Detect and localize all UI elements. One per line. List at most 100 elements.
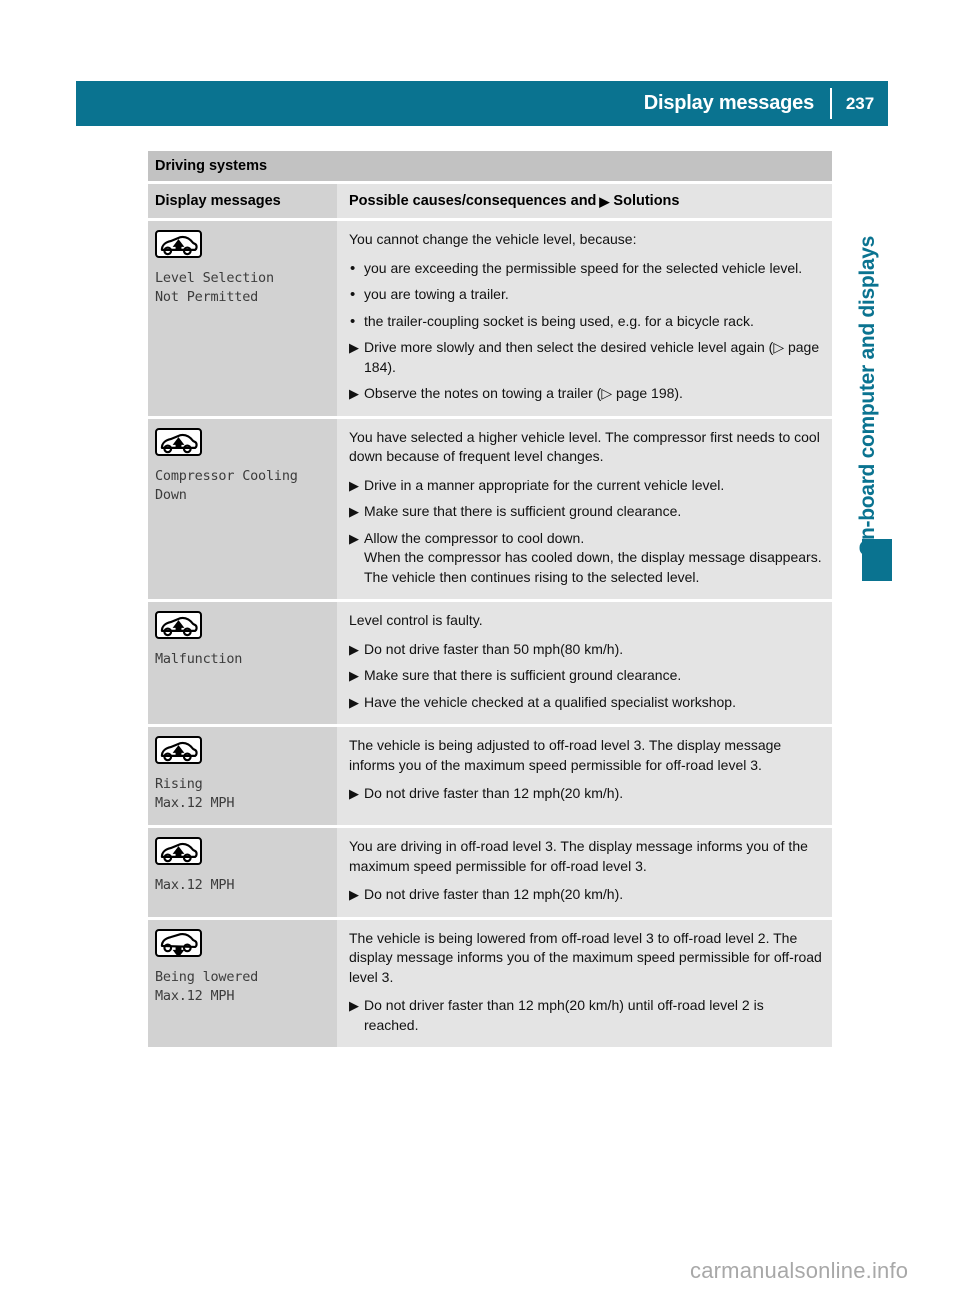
column-header-display-messages: Display messages (155, 193, 281, 209)
solution-triangle-icon: ▶ (349, 887, 359, 902)
table-row: Malfunction Level control is faulty. ▶ Do n… (148, 602, 832, 724)
section-header: Driving systems (148, 151, 832, 181)
item-list: ▶ Do not drive faster than 12 mph(20 km/h… (349, 784, 822, 804)
causes-solutions-cell: Level control is faulty. ▶ Do not drive fa… (337, 602, 832, 724)
cause-intro-text: Level control is faulty. (349, 612, 483, 628)
causes-solutions-cell: The vehicle is being adjusted to off-roa… (337, 727, 832, 825)
solution-triangle-icon: ▶ (349, 530, 359, 546)
message-cell: Being lowered Max.12 MPH (148, 919, 337, 1047)
solution-triangle-icon: ▶ (349, 694, 359, 710)
causes-solutions-cell: You have selected a higher vehicle level… (337, 418, 832, 599)
item-text: Make sure that there is sufficient groun… (364, 667, 682, 683)
item-text: Have the vehicle checked at a qualified … (364, 693, 736, 710)
item-list: ▶ Drive in a manner appropriate for the c… (349, 476, 822, 588)
cause-item: • you are towing a trailer. (349, 285, 822, 305)
solution-item: ▶ Observe the notes on towing a trailer (… (349, 384, 822, 404)
solution-triangle-icon: ▶ (349, 668, 359, 683)
site-watermark: carmanualsonline.info (690, 1258, 909, 1283)
item-text: Do not driver faster than 12 mph(20 km/h… (364, 997, 764, 1033)
display-message-text: Malfunction (155, 651, 243, 667)
item-text: Do not drive faster than 12 mph(20 km/h)… (364, 785, 624, 801)
vehicle-level-up-icon (155, 736, 202, 764)
display-message-text: Max.12 MPH (155, 877, 235, 893)
cause-intro-text: The vehicle is being adjusted to off-roa… (349, 737, 782, 773)
solution-triangle-icon: ▶ (349, 386, 359, 401)
item-text: Observe the notes on towing a trailer (▷… (364, 385, 683, 401)
table-row: Level Selection Not Permitted You cannot … (148, 221, 832, 416)
causes-solutions-cell: You cannot change the vehicle level, bec… (337, 221, 832, 416)
item-list: ▶ Do not drive faster than 12 mph(20 km/h… (349, 885, 822, 905)
solution-triangle-icon: ▶ (349, 998, 359, 1013)
item-subtext: When the compressor has cooled down, the… (364, 549, 822, 585)
solution-triangle-icon: ▶ (349, 340, 359, 355)
column-header-solutions-suffix: Solutions (613, 193, 680, 209)
item-text: you are exceeding the permissible speed … (364, 259, 803, 276)
page-header-bar: Display messages 237 (76, 81, 888, 126)
item-text: Drive more slowly and then select the de… (364, 339, 820, 375)
solution-item: ▶ Make sure that there is sufficient grou… (349, 666, 822, 686)
message-cell: Compressor Cooling Down (148, 418, 337, 599)
table-header-left-cell: Display messages (148, 184, 337, 218)
section-title: Driving systems (155, 158, 268, 174)
bullet-icon: • (350, 286, 356, 303)
column-header-causes-prefix: Possible causes/consequences and (349, 193, 597, 209)
item-list: ▶ Do not driver faster than 12 mph(20 km/… (349, 996, 822, 1035)
display-message-text: Compressor Cooling Down (155, 467, 298, 503)
table-row: Max.12 MPH You are driving in off-road le… (148, 828, 832, 917)
solution-item: ▶ Have the vehicle checked at a qualified… (349, 693, 822, 713)
chapter-sidebar: On-board computer and displays (845, 166, 891, 556)
cause-intro-text: You cannot change the vehicle level, bec… (349, 231, 637, 247)
table-row: Being lowered Max.12 MPH The vehicle is b… (148, 919, 832, 1047)
bullet-icon: • (350, 259, 356, 277)
item-list: • you are exceeding the permissible speed… (349, 259, 822, 404)
item-text: Do not drive faster than 50 mph(80 km/h)… (364, 640, 624, 657)
item-text: Allow the compressor to cool down. (364, 529, 585, 546)
cause-item: • the trailer-coupling socket is being us… (349, 312, 822, 332)
cause-intro-text: You have selected a higher vehicle level… (349, 428, 820, 465)
solution-item: ▶ Do not drive faster than 12 mph(20 km/h… (349, 784, 822, 804)
item-text: Make sure that there is sufficient groun… (364, 503, 682, 519)
item-text: the trailer-coupling socket is being use… (364, 312, 754, 329)
solution-triangle-icon: ▶ (349, 477, 359, 493)
solutions-triangle-icon: ▶ (599, 193, 610, 209)
vehicle-level-up-icon (155, 230, 202, 258)
vehicle-level-down-icon (155, 928, 202, 957)
message-cell: Level Selection Not Permitted (148, 221, 337, 416)
solution-item: ▶ Drive more slowly and then select the d… (349, 338, 822, 377)
cause-item: • you are exceeding the permissible speed… (349, 259, 822, 279)
table-header-row: Display messages Possible causes/consequ… (148, 184, 832, 218)
display-message-text: Level Selection Not Permitted (155, 270, 274, 305)
cause-intro-text: You are driving in off-road level 3. The… (349, 838, 808, 874)
item-list: ▶ Do not drive faster than 50 mph(80 km/h… (349, 640, 822, 713)
solution-triangle-icon: ▶ (349, 786, 359, 801)
solution-item: ▶ Do not drive faster than 50 mph(80 km/h… (349, 640, 822, 660)
page-number: 237 (845, 93, 875, 113)
message-cell: Malfunction (148, 602, 337, 724)
causes-solutions-cell: The vehicle is being lowered from off-ro… (337, 919, 832, 1047)
item-text: Drive in a manner appropriate for the cu… (364, 476, 725, 493)
solution-item: ▶ Allow the compressor to cool down. When … (349, 529, 822, 588)
solution-triangle-icon: ▶ (349, 504, 359, 519)
display-message-text: Rising Max.12 MPH (155, 776, 235, 811)
table-body: Level Selection Not Permitted You cannot … (148, 221, 832, 1047)
display-messages-table: Driving systems Display messages Possibl… (148, 151, 832, 1050)
solution-item: ▶ Do not drive faster than 12 mph(20 km/h… (349, 885, 822, 905)
solution-item: ▶ Make sure that there is sufficient grou… (349, 502, 822, 522)
vehicle-level-up-icon (155, 837, 202, 865)
table-header-right-cell: Possible causes/consequences and ▶ Solut… (337, 184, 832, 218)
vehicle-level-up-icon (155, 427, 202, 456)
message-cell: Rising Max.12 MPH (148, 727, 337, 825)
message-cell: Max.12 MPH (148, 828, 337, 917)
item-text: you are towing a trailer. (364, 286, 509, 302)
table-row: Compressor Cooling Down You have selected… (148, 418, 832, 599)
solution-item: ▶ Do not driver faster than 12 mph(20 km/… (349, 996, 822, 1035)
page-title: Display messages (643, 92, 814, 114)
table-row: Rising Max.12 MPH The vehicle is being ad… (148, 727, 832, 825)
item-text: Do not drive faster than 12 mph(20 km/h)… (364, 886, 624, 902)
solution-triangle-icon: ▶ (349, 641, 359, 657)
bullet-icon: • (350, 312, 356, 330)
cause-intro-text: The vehicle is being lowered from off-ro… (349, 929, 822, 985)
vehicle-level-up-icon (155, 611, 202, 639)
display-message-text: Being lowered Max.12 MPH (155, 968, 259, 1004)
chapter-tab-marker (862, 539, 892, 581)
